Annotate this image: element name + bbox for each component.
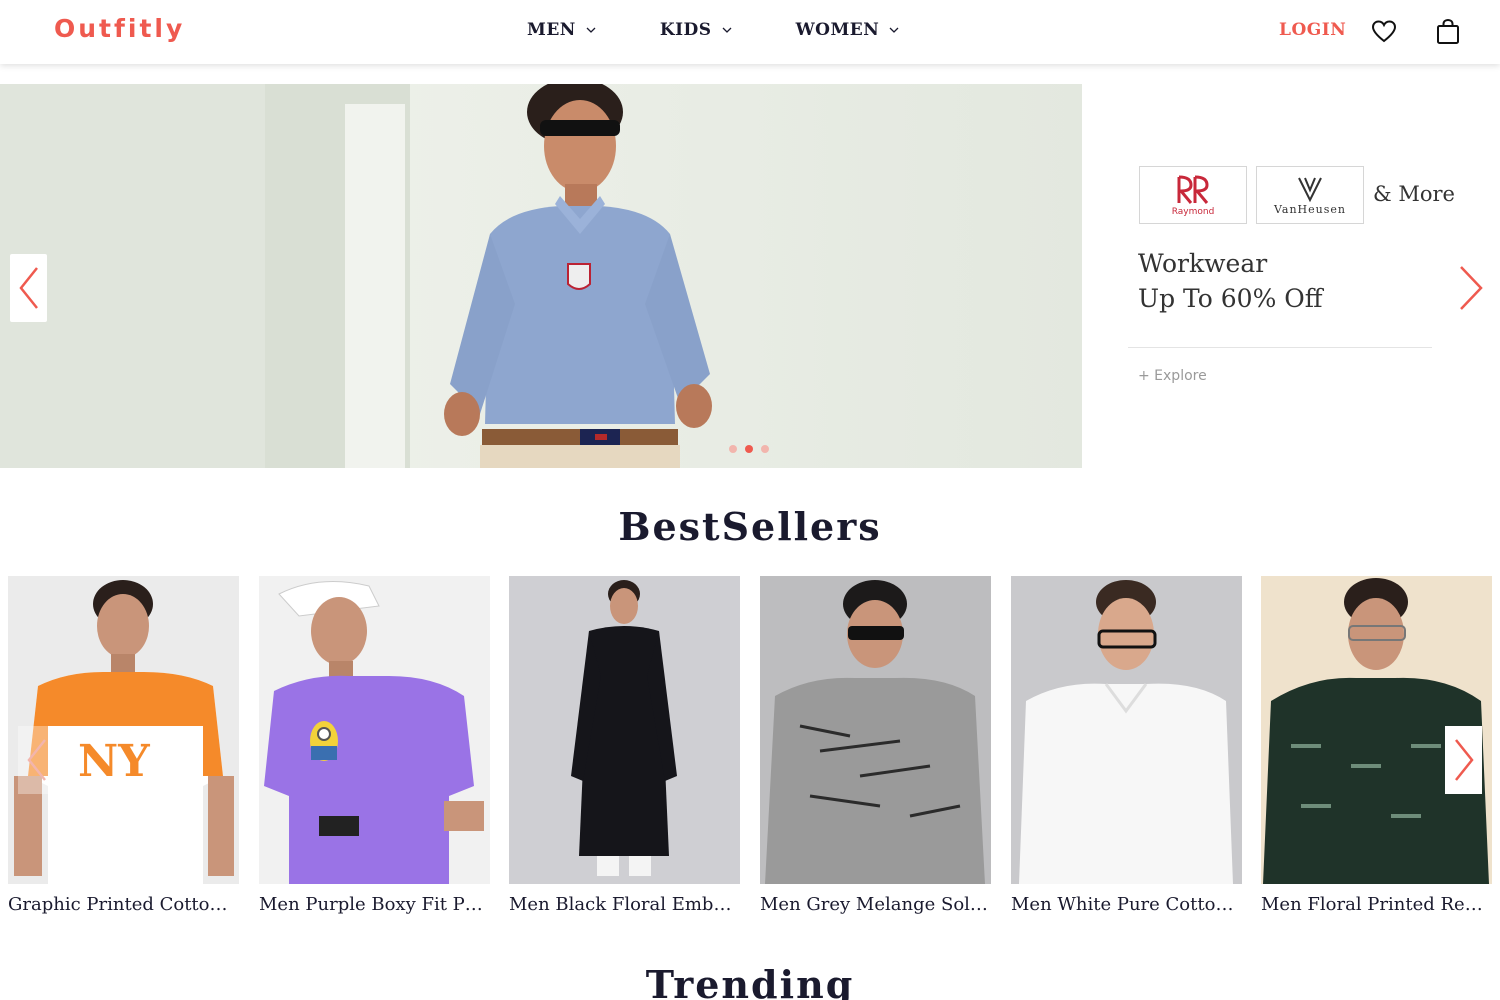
raymond-logo-icon [1177, 175, 1209, 204]
bestsellers-next-button[interactable] [1445, 726, 1482, 794]
nav-kids-label: KIDS [659, 20, 712, 40]
nav-kids[interactable]: KIDS [660, 20, 732, 40]
product-photo [571, 580, 677, 876]
chevron-right-icon [1454, 739, 1474, 781]
product-name[interactable]: Men White Pure Cotton T... [1011, 894, 1242, 915]
nav-men[interactable]: MEN [527, 20, 596, 40]
product-card[interactable]: Men Grey Melange Solid ... [760, 576, 991, 915]
chevron-down-icon [889, 27, 899, 33]
product-photo [1019, 580, 1233, 884]
vanheusen-logo-icon [1298, 177, 1322, 202]
product-image[interactable] [509, 576, 740, 884]
nav-women[interactable]: WOMEN [796, 20, 900, 40]
nav-men-label: MEN [527, 20, 576, 40]
product-photo [264, 581, 484, 884]
main-nav: MEN KIDS WOMEN [527, 20, 899, 40]
promo-headline: Workwear [1138, 249, 1268, 278]
bestsellers-title: BestSellers [618, 504, 882, 549]
chevron-left-icon [18, 267, 38, 309]
model-photo [444, 84, 712, 468]
carousel-dots [729, 445, 777, 453]
product-card[interactable]: Men Black Floral Embroi... [509, 576, 740, 915]
chevron-down-icon [722, 27, 732, 33]
hero-prev-button[interactable] [10, 254, 47, 322]
product-photo [765, 580, 985, 884]
more-brands-label: & More [1373, 182, 1455, 206]
svg-text:NY: NY [78, 736, 150, 787]
promo-discount: Up To 60% Off [1138, 284, 1323, 313]
trending-title: Trending [645, 962, 855, 1000]
chevron-right-icon [1460, 266, 1483, 310]
nav-women-label: WOMEN [795, 20, 880, 40]
shopping-bag-icon[interactable] [1435, 18, 1461, 46]
product-name[interactable]: Men Grey Melange Solid ... [760, 894, 991, 915]
bestsellers-prev-button[interactable] [18, 726, 55, 794]
heart-icon[interactable] [1371, 18, 1397, 46]
login-button[interactable]: LOGIN [1279, 20, 1346, 40]
brand-name-vanheusen: VanHeusen [1273, 202, 1346, 216]
carousel-dot[interactable] [761, 445, 769, 453]
brand-name-raymond: Raymond [1171, 207, 1215, 217]
brand-logo-raymond: Raymond [1139, 166, 1247, 224]
top-header: Outfitly MEN KIDS WOMEN LOGIN [0, 0, 1500, 64]
wall-highlight [345, 104, 405, 468]
explore-link[interactable]: + Explore [1138, 368, 1207, 384]
product-name[interactable]: Men Purple Boxy Fit Prin... [259, 894, 490, 915]
product-image[interactable] [259, 576, 490, 884]
product-image[interactable] [1011, 576, 1242, 884]
site-logo[interactable]: Outfitly [54, 14, 185, 43]
promo-panel: Raymond VanHeusen & More Workwear Up To … [1082, 84, 1500, 468]
product-name[interactable]: Men Floral Printed Regul... [1261, 894, 1492, 915]
chevron-down-icon [586, 27, 596, 33]
hero-banner-image[interactable] [0, 84, 1082, 468]
product-image[interactable] [760, 576, 991, 884]
promo-divider [1128, 347, 1432, 348]
hero-carousel: Raymond VanHeusen & More Workwear Up To … [0, 84, 1500, 468]
carousel-dot-active[interactable] [745, 445, 753, 453]
product-card[interactable]: Men Purple Boxy Fit Prin... [259, 576, 490, 915]
product-name[interactable]: Men Black Floral Embroi... [509, 894, 740, 915]
chevron-left-icon [26, 739, 46, 781]
product-name[interactable]: Graphic Printed Cotton T... [8, 894, 239, 915]
hero-next-button[interactable] [1455, 264, 1487, 312]
product-card[interactable]: Men White Pure Cotton T... [1011, 576, 1242, 915]
brand-logo-vanheusen: VanHeusen [1256, 166, 1364, 224]
bestsellers-carousel: NY Graphic Printed Cotton T... Men Purpl… [8, 576, 1492, 921]
carousel-dot[interactable] [729, 445, 737, 453]
